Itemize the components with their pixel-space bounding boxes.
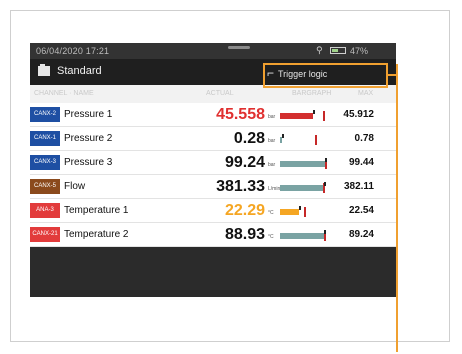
bargraph — [280, 182, 326, 193]
max-value: 45.912 — [343, 109, 374, 120]
channel-name: Flow — [64, 181, 86, 192]
channel-tag: CANX-5 — [30, 179, 60, 194]
actual-value: 88.93 — [224, 226, 265, 243]
bargraph-fill — [280, 185, 324, 191]
channel-name: Pressure 2 — [64, 133, 113, 144]
table-row[interactable]: ANA-3 Temperature 1 22.29 °C 22.54 — [30, 199, 396, 223]
bargraph-current-marker — [325, 158, 328, 162]
table-row[interactable]: CANX-1 Pressure 2 0.28 bar 0.78 — [30, 127, 396, 151]
page-title[interactable]: Standard — [57, 65, 102, 77]
bargraph-fill — [280, 209, 300, 215]
col-max: MAX — [358, 90, 374, 97]
bargraph-max-marker — [304, 207, 307, 217]
col-actual: ACTUAL — [206, 90, 234, 97]
callout-highlight — [263, 63, 388, 88]
bargraph-current-marker — [281, 134, 284, 138]
battery-percent: 47% — [350, 46, 369, 56]
bargraph-current-marker — [299, 206, 302, 210]
table-row[interactable]: CANX-2 Pressure 1 45.558 bar 45.912 — [30, 103, 396, 127]
bargraph — [280, 110, 326, 121]
channel-tag: CANX-2 — [30, 107, 60, 122]
col-channel: CHANNEL · NAME — [34, 90, 94, 97]
max-value: 382.11 — [343, 181, 374, 192]
max-value: 22.54 — [348, 205, 374, 216]
channel-name: Temperature 2 — [64, 229, 129, 240]
table-row[interactable]: CANX-3 Pressure 3 99.24 bar 99.44 — [30, 151, 396, 175]
channel-name: Temperature 1 — [64, 205, 129, 216]
bargraph — [280, 134, 326, 145]
bargraph-fill — [280, 233, 325, 239]
channel-tag: CANX-1 — [30, 131, 60, 146]
unit-label: bar — [268, 162, 276, 168]
battery-icon — [330, 47, 346, 54]
bargraph-max-marker — [314, 135, 317, 145]
bargraph-fill — [280, 113, 314, 119]
max-value: 0.78 — [354, 133, 374, 144]
bargraph-max-marker — [323, 111, 326, 121]
actual-value: 0.28 — [233, 130, 265, 147]
actual-value: 381.33 — [216, 178, 265, 195]
table-row[interactable]: CANX-5 Flow 381.33 L/min 382.11 — [30, 175, 396, 199]
actual-value: 99.24 — [224, 154, 265, 171]
channel-tag: CANX-3 — [30, 155, 60, 170]
bargraph-fill — [280, 161, 326, 167]
bargraph — [280, 206, 326, 217]
unit-label: bar — [268, 138, 276, 144]
channel-name: Pressure 1 — [64, 109, 113, 120]
channel-name: Pressure 3 — [64, 157, 113, 168]
unit-label: °C — [268, 234, 274, 240]
datetime: 06/04/2020 17:21 — [36, 46, 110, 56]
max-value: 89.24 — [348, 229, 374, 240]
bargraph-current-marker — [324, 230, 327, 234]
channel-tag: CANX-21 — [30, 227, 60, 242]
actual-value: 22.29 — [224, 202, 265, 219]
folder-icon[interactable] — [38, 64, 50, 76]
pull-handle[interactable] — [228, 46, 250, 49]
unit-label: bar — [268, 114, 276, 120]
actual-value: 45.558 — [216, 106, 265, 123]
channel-table: CANX-2 Pressure 1 45.558 bar 45.912 CANX-1 Pre… — [30, 103, 396, 247]
bargraph-current-marker — [323, 182, 326, 186]
bargraph — [280, 158, 328, 169]
table-row[interactable]: CANX-21 Temperature 2 88.93 °C 89.24 — [30, 223, 396, 247]
unit-label: L/min — [268, 186, 281, 192]
max-value: 99.44 — [348, 157, 374, 168]
unit-label: °C — [268, 210, 274, 216]
bargraph — [280, 230, 327, 241]
callout-line — [396, 64, 398, 352]
col-bargraph: BARGRAPH — [292, 90, 332, 97]
wifi-icon: ⚲ — [316, 45, 323, 55]
channel-tag: ANA-3 — [30, 203, 60, 218]
status-bar: 06/04/2020 17:21 ⚲ 47% — [30, 43, 396, 59]
bargraph-current-marker — [313, 110, 316, 114]
